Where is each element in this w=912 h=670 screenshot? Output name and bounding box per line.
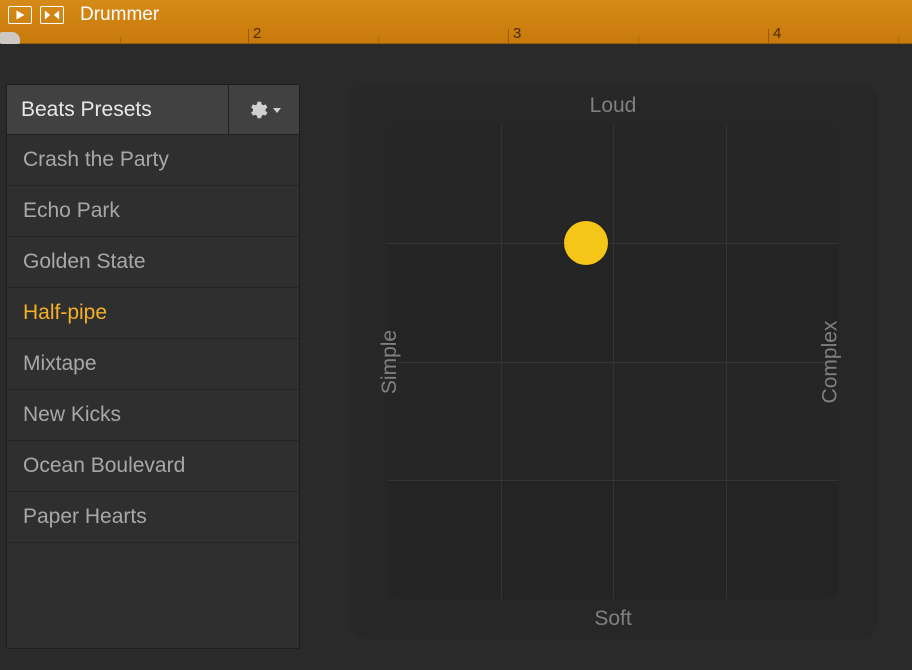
playhead-marker-icon[interactable] bbox=[0, 32, 20, 44]
xy-pad-label-right: Complex bbox=[819, 320, 843, 403]
xy-pad-label-top: Loud bbox=[590, 94, 637, 118]
preset-item[interactable]: New Kicks bbox=[7, 390, 299, 441]
presets-list: Crash the Party Echo Park Golden State H… bbox=[7, 135, 299, 543]
ruler-label: 3 bbox=[513, 25, 521, 42]
xy-pad[interactable]: Loud Soft Simple Complex bbox=[348, 84, 878, 639]
editor-content: Beats Presets Crash the Party Echo Park … bbox=[0, 44, 912, 670]
presets-settings-button[interactable] bbox=[229, 85, 299, 134]
presets-header: Beats Presets bbox=[7, 85, 299, 135]
preset-item[interactable]: Golden State bbox=[7, 237, 299, 288]
xy-pad-puck[interactable] bbox=[564, 221, 608, 265]
xy-pad-label-bottom: Soft bbox=[594, 607, 631, 631]
ruler-label: 2 bbox=[253, 25, 261, 42]
presets-sidebar: Beats Presets Crash the Party Echo Park … bbox=[6, 84, 300, 649]
loop-region-icon[interactable] bbox=[40, 6, 64, 24]
ruler-label: 4 bbox=[773, 25, 781, 42]
timeline-ruler[interactable]: 2 3 4 bbox=[0, 23, 912, 43]
presets-title: Beats Presets bbox=[7, 85, 229, 134]
preset-item[interactable]: Mixtape bbox=[7, 339, 299, 390]
play-region-icon[interactable] bbox=[8, 6, 32, 24]
preset-item[interactable]: Paper Hearts bbox=[7, 492, 299, 543]
xy-pad-grid bbox=[388, 124, 838, 599]
preset-item-selected[interactable]: Half-pipe bbox=[7, 288, 299, 339]
xy-pad-label-left: Simple bbox=[378, 329, 402, 393]
track-header: Drummer 2 3 4 bbox=[0, 0, 912, 44]
gear-icon bbox=[246, 99, 268, 121]
chevron-down-icon bbox=[271, 104, 283, 116]
preset-item[interactable]: Crash the Party bbox=[7, 135, 299, 186]
preset-item[interactable]: Ocean Boulevard bbox=[7, 441, 299, 492]
preset-item[interactable]: Echo Park bbox=[7, 186, 299, 237]
